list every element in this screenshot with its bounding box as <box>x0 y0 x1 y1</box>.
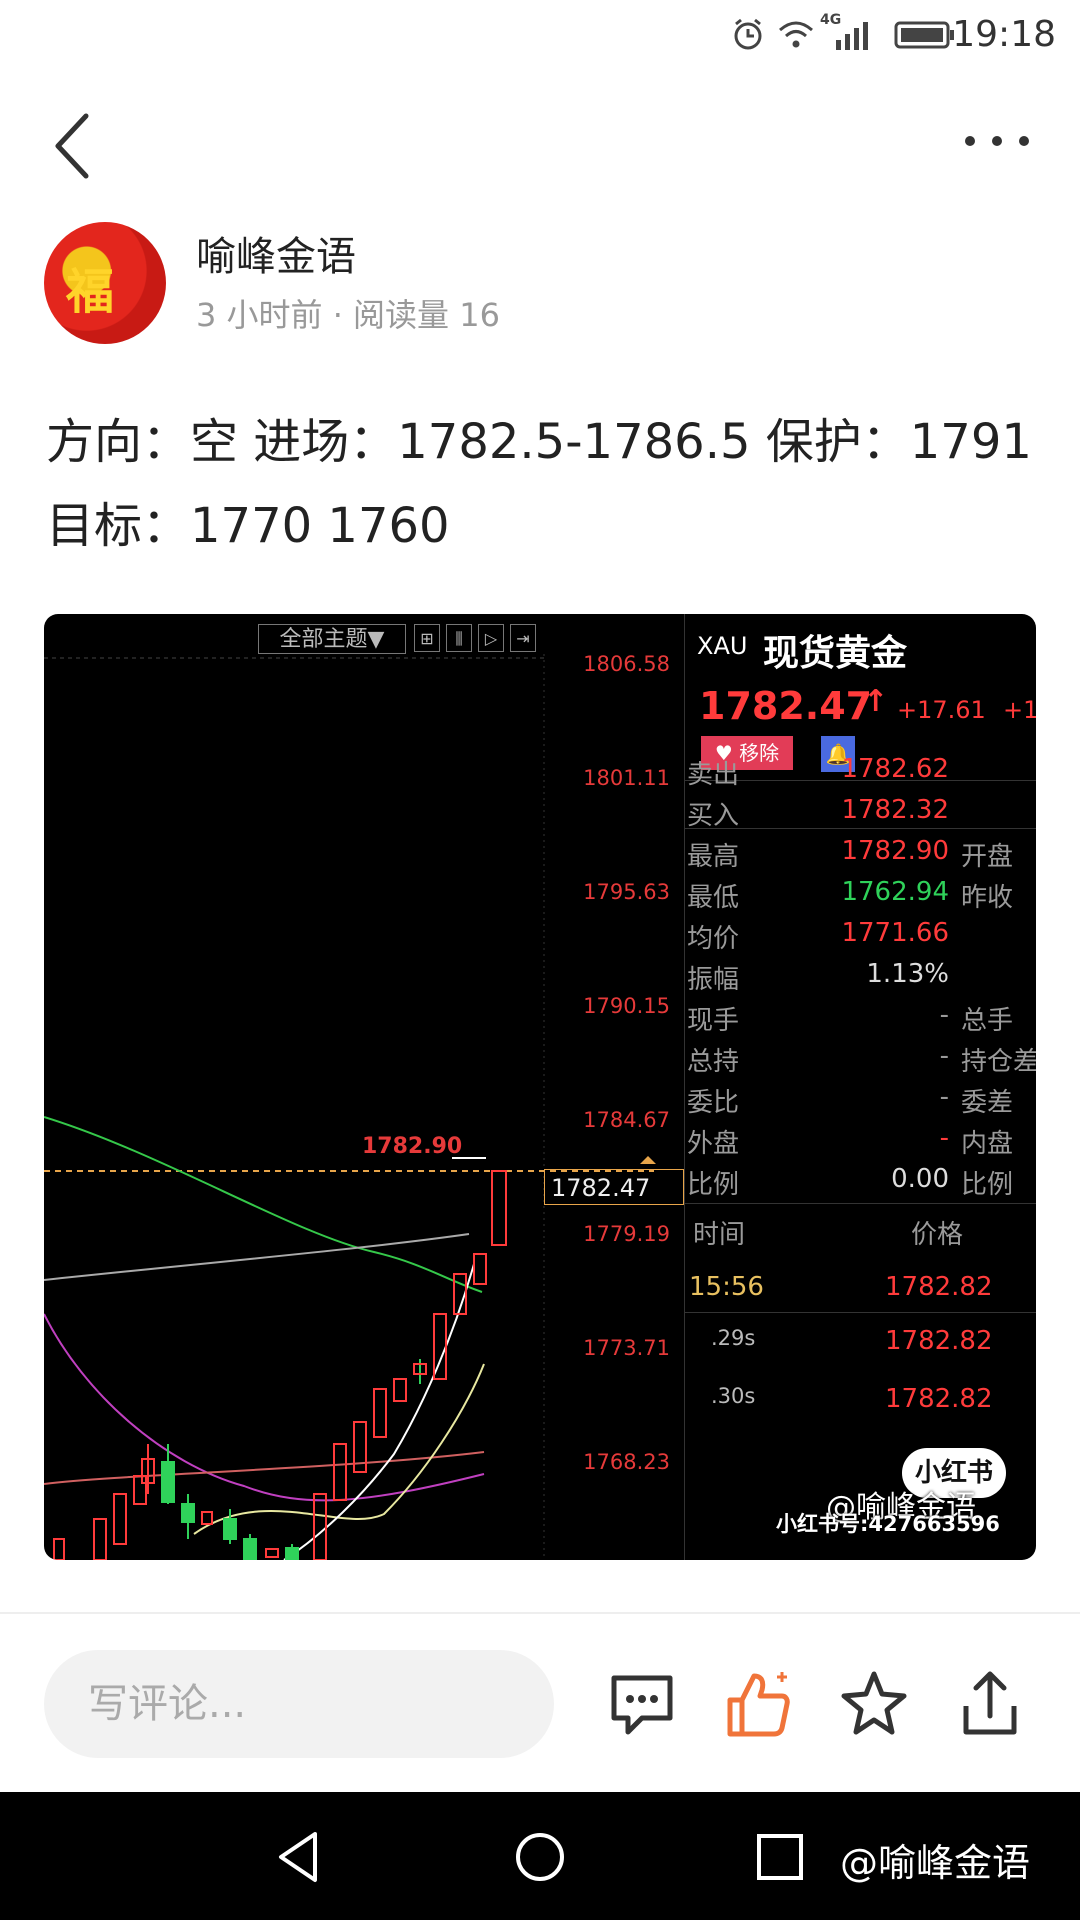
high-price-marker: 1782.90 <box>362 1134 463 1159</box>
quote-row-value: 1782.62 <box>841 754 949 784</box>
price-axis-label: 1790.15 <box>583 994 670 1018</box>
share-icon[interactable] <box>952 1666 1028 1742</box>
comment-icon[interactable] <box>604 1666 680 1742</box>
quote-row: 比例 0.00 比例 <box>685 1164 1036 1214</box>
tick-time: 15:56 <box>689 1272 764 1302</box>
quote-row-value: - <box>939 1041 949 1071</box>
quote-row-key: 最高 <box>687 842 740 872</box>
quote-change-pct: +1 <box>1003 696 1036 724</box>
tick-time: .30s <box>711 1384 756 1408</box>
quote-row-key2: 昨收 <box>961 883 1014 913</box>
star-icon[interactable] <box>836 1666 912 1742</box>
tick-price: 1782.82 <box>885 1384 993 1414</box>
price-axis-label: 1779.19 <box>583 1222 670 1246</box>
price-axis-label: 1784.67 <box>583 1108 670 1132</box>
avatar-fu-char: 福 <box>66 264 115 320</box>
quote-row-value: 1.13% <box>866 959 949 989</box>
quote-row-key: 振幅 <box>687 965 740 995</box>
divider <box>685 828 1036 829</box>
price-axis-label: 1768.23 <box>583 1450 670 1474</box>
quote-row-value: 1762.94 <box>841 877 949 907</box>
quote-row-value: - <box>939 1123 949 1153</box>
price-axis-label: 1773.71 <box>583 1336 670 1360</box>
tick-price: 1782.82 <box>885 1272 993 1302</box>
post-image[interactable]: 全部主题▼ ⊞ ⫼ ▷ ⇥ 1806.58 1801.11 1795.63 17… <box>44 614 1036 1560</box>
avatar[interactable]: 福 <box>44 222 166 344</box>
ma-purple-line <box>44 1313 485 1502</box>
quote-row-value: 1782.90 <box>841 836 949 866</box>
quote-panel: XAU 现货黄金 1782.47 ↑ +17.61 +1 ♥ 移除 🔔 卖出 1… <box>684 614 1036 1560</box>
price-axis-label: 1801.11 <box>583 766 670 790</box>
back-button[interactable] <box>46 110 106 180</box>
post-text: 方向：空 进场：1782.5-1786.5 保护：1791 目标：1770 17… <box>46 400 1046 568</box>
quote-row-value: 1782.32 <box>841 795 949 825</box>
candlestick-chart: 全部主题▼ ⊞ ⫼ ▷ ⇥ 1806.58 1801.11 1795.63 17… <box>44 614 684 1560</box>
more-button[interactable] <box>962 126 1032 156</box>
post-meta: 3 小时前 · 阅读量 16 <box>196 296 500 334</box>
ma-yellow-line <box>193 1363 485 1535</box>
tick-price: 1782.82 <box>885 1326 993 1356</box>
quote-row-value: 0.00 <box>891 1164 949 1194</box>
quote-price: 1782.47 <box>699 684 873 728</box>
quote-row-key: 外盘 <box>687 1129 740 1159</box>
ma-red-line <box>44 1451 485 1485</box>
nav-watermark: @喻峰金语 <box>840 1841 1031 1885</box>
tick-time: .29s <box>711 1326 756 1350</box>
quote-row-key2: 委差 <box>961 1088 1014 1118</box>
post-line-target: 目标：1770 1760 <box>46 498 450 554</box>
alarm-icon <box>734 18 762 50</box>
quote-name: 现货黄金 <box>763 632 908 674</box>
chart-canvas <box>44 654 656 1560</box>
post-line-direction: 方向：空 进场：1782.5-1786.5 保护：1791 <box>46 414 1032 470</box>
ticks-price-header: 价格 <box>911 1220 964 1250</box>
quote-row-key2: 总手 <box>961 1006 1014 1036</box>
quote-row-key: 总持 <box>687 1047 740 1077</box>
battery-icon <box>894 21 954 49</box>
quote-row-key: 现手 <box>687 1006 740 1036</box>
comment-input[interactable] <box>44 1650 554 1758</box>
quote-row-value: 1771.66 <box>841 918 949 948</box>
quote-change: +17.61 <box>897 696 986 724</box>
quote-row-key: 比例 <box>687 1170 740 1200</box>
nav-recents-icon[interactable] <box>745 1822 815 1892</box>
divider <box>685 1312 1036 1313</box>
price-axis-label: 1806.58 <box>583 652 670 676</box>
system-nav-bar: @喻峰金语 <box>0 1792 1080 1920</box>
ma-gray-line <box>44 1233 470 1281</box>
quote-symbol: XAU <box>697 632 748 660</box>
nav-back-icon[interactable] <box>265 1822 335 1892</box>
quote-row-key2: 内盘 <box>961 1129 1014 1159</box>
signal-icon <box>836 22 868 50</box>
quote-row-value: - <box>939 1082 949 1112</box>
quote-row-key: 买入 <box>687 801 740 831</box>
bottom-divider <box>0 1612 1080 1614</box>
price-axis-label: 1795.63 <box>583 880 670 904</box>
current-price-box: 1782.47 <box>544 1169 684 1205</box>
quote-row-key2: 持仓差 <box>961 1047 1036 1077</box>
quote-row-key: 卖出 <box>687 760 740 790</box>
up-arrow-icon: ↑ <box>863 684 889 719</box>
author-name[interactable]: 喻峰金语 <box>196 224 356 282</box>
status-bar: 4G 19:18 <box>0 0 1080 72</box>
like-icon[interactable] <box>720 1666 796 1742</box>
quote-row-key: 最低 <box>687 883 740 913</box>
quote-row-key: 委比 <box>687 1088 740 1118</box>
quote-row-key2: 开盘 <box>961 842 1014 872</box>
status-time: 19:18 <box>952 14 1056 55</box>
quote-row-key: 均价 <box>687 924 740 954</box>
ticks-time-header: 时间 <box>693 1220 746 1250</box>
quote-row-value: - <box>939 1000 949 1030</box>
nav-home-icon[interactable] <box>505 1822 575 1892</box>
wifi-icon <box>779 21 813 48</box>
watermark-account-id: 小红书号:427663596 <box>776 1512 1000 1536</box>
quote-row-key2: 比例 <box>961 1170 1014 1200</box>
divider <box>685 1203 1036 1204</box>
